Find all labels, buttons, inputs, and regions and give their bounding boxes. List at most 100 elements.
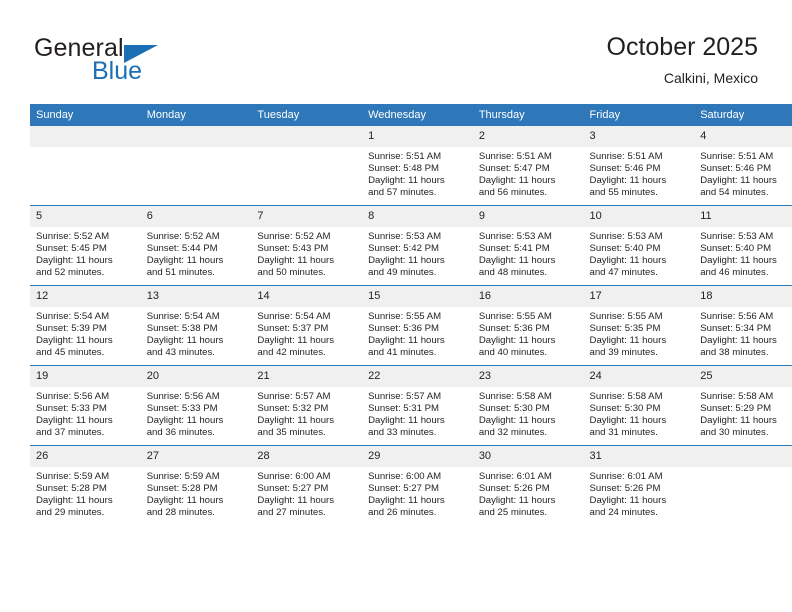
daylight-text-line2: and 28 minutes. xyxy=(146,507,215,519)
daylight-text-line2: and 42 minutes. xyxy=(257,347,326,359)
page-title: October 2025 xyxy=(606,33,759,61)
day-details: Sunrise: 5:57 AM Sunset: 5:32 PM Daylight:… xyxy=(251,387,362,439)
sunrise-text: Sunrise: 6:00 AM xyxy=(368,471,442,482)
day-number: 12 xyxy=(30,286,141,307)
daylight-text-line1: Daylight: 11 hours xyxy=(146,335,224,347)
day-cell-inner: 28 Sunrise: 6:00 AM Sunset: 5:27 PM Dayligh… xyxy=(251,446,363,525)
calendar-day-cell[interactable]: 6 Sunrise: 5:52 AM Sunset: 5:44 PM Daylight… xyxy=(140,205,252,286)
calendar-day-cell[interactable]: 25 Sunrise: 5:58 AM Sunset: 5:29 PM Dayligh… xyxy=(694,365,792,446)
day-details: Sunrise: 5:56 AM Sunset: 5:33 PM Daylight:… xyxy=(141,387,252,439)
calendar-day-cell[interactable]: 27 Sunrise: 5:59 AM Sunset: 5:28 PM Dayligh… xyxy=(140,445,252,525)
calendar-day-cell[interactable]: 5 Sunrise: 5:52 AM Sunset: 5:45 PM Daylight… xyxy=(30,205,141,286)
sunset-text: Sunset: 5:35 PM xyxy=(589,323,661,335)
calendar-day-cell[interactable]: 28 Sunrise: 6:00 AM Sunset: 5:27 PM Dayligh… xyxy=(251,445,363,525)
daylight-text-line1: Daylight: 11 hours xyxy=(257,415,335,427)
calendar-day-cell[interactable]: 12 Sunrise: 5:54 AM Sunset: 5:39 PM Dayligh… xyxy=(30,285,141,366)
calendar-day-cell[interactable]: 7 Sunrise: 5:52 AM Sunset: 5:43 PM Daylight… xyxy=(251,205,363,286)
weekday-header-wednesday: Wednesday xyxy=(362,104,473,126)
calendar-day-cell[interactable]: 17 Sunrise: 5:55 AM Sunset: 5:35 PM Dayligh… xyxy=(583,285,695,366)
day-cell-inner: 14 Sunrise: 5:54 AM Sunset: 5:37 PM Dayligh… xyxy=(251,286,363,365)
day-details: Sunrise: 6:01 AM Sunset: 5:26 PM Daylight:… xyxy=(584,467,695,519)
day-details: Sunrise: 5:53 AM Sunset: 5:41 PM Daylight:… xyxy=(473,227,584,279)
daylight-text-line2: and 36 minutes. xyxy=(146,427,215,439)
weekday-header-monday: Monday xyxy=(140,104,252,126)
calendar-day-cell[interactable]: 1 Sunrise: 5:51 AM Sunset: 5:48 PM Daylight… xyxy=(362,126,473,206)
day-details: Sunrise: 5:54 AM Sunset: 5:39 PM Daylight:… xyxy=(30,307,141,359)
day-number: 8 xyxy=(362,206,473,227)
calendar-day-cell[interactable]: 14 Sunrise: 5:54 AM Sunset: 5:37 PM Dayligh… xyxy=(251,285,363,366)
calendar-day-cell[interactable]: 21 Sunrise: 5:57 AM Sunset: 5:32 PM Dayligh… xyxy=(251,365,363,446)
day-cell-inner: 18 Sunrise: 5:56 AM Sunset: 5:34 PM Dayligh… xyxy=(694,286,792,365)
sunrise-text: Sunrise: 6:00 AM xyxy=(257,471,331,482)
sunrise-text: Sunrise: 5:53 AM xyxy=(368,231,442,242)
day-details: Sunrise: 5:51 AM Sunset: 5:48 PM Daylight:… xyxy=(362,147,473,199)
sunset-text: Sunset: 5:47 PM xyxy=(478,163,550,175)
general-blue-logo[interactable]: General Blue xyxy=(34,36,264,92)
calendar-day-cell[interactable]: 16 Sunrise: 5:55 AM Sunset: 5:36 PM Dayligh… xyxy=(472,285,584,366)
sunset-text: Sunset: 5:32 PM xyxy=(257,403,329,415)
sunset-text: Sunset: 5:42 PM xyxy=(368,243,440,255)
calendar-day-cell[interactable]: 29 Sunrise: 6:00 AM Sunset: 5:27 PM Dayligh… xyxy=(362,445,473,525)
calendar-day-cell[interactable]: 30 Sunrise: 6:01 AM Sunset: 5:26 PM Dayligh… xyxy=(472,445,584,525)
calendar-day-cell[interactable]: 15 Sunrise: 5:55 AM Sunset: 5:36 PM Dayligh… xyxy=(362,285,473,366)
day-cell-inner: 13 Sunrise: 5:54 AM Sunset: 5:38 PM Dayligh… xyxy=(140,286,252,365)
sunrise-text: Sunrise: 5:52 AM xyxy=(257,231,331,242)
day-number: 21 xyxy=(251,366,363,387)
day-number: 3 xyxy=(583,126,695,147)
day-details: Sunrise: 5:55 AM Sunset: 5:36 PM Daylight:… xyxy=(362,307,473,359)
daylight-text-line1: Daylight: 11 hours xyxy=(257,335,335,347)
sunrise-text: Sunrise: 5:56 AM xyxy=(36,391,110,402)
day-cell-inner: 27 Sunrise: 5:59 AM Sunset: 5:28 PM Dayligh… xyxy=(140,446,252,525)
calendar-day-cell[interactable]: 22 Sunrise: 5:57 AM Sunset: 5:31 PM Dayligh… xyxy=(362,365,473,446)
day-details: Sunrise: 5:56 AM Sunset: 5:33 PM Daylight:… xyxy=(30,387,141,439)
calendar-day-cell[interactable]: 11 Sunrise: 5:53 AM Sunset: 5:40 PM Dayligh… xyxy=(694,205,792,286)
sunrise-text: Sunrise: 5:52 AM xyxy=(36,231,110,242)
calendar-day-cell[interactable]: 20 Sunrise: 5:56 AM Sunset: 5:33 PM Dayligh… xyxy=(140,365,252,446)
calendar-day-cell[interactable]: 2 Sunrise: 5:51 AM Sunset: 5:47 PM Daylight… xyxy=(472,126,584,206)
calendar-day-cell[interactable]: 31 Sunrise: 6:01 AM Sunset: 5:26 PM Dayligh… xyxy=(583,445,695,525)
calendar-day-cell[interactable]: 10 Sunrise: 5:53 AM Sunset: 5:40 PM Dayligh… xyxy=(583,205,695,286)
day-number: 18 xyxy=(694,286,792,307)
day-number: 9 xyxy=(472,206,584,227)
calendar-day-cell[interactable]: 23 Sunrise: 5:58 AM Sunset: 5:30 PM Dayligh… xyxy=(472,365,584,446)
day-cell-inner: 11 Sunrise: 5:53 AM Sunset: 5:40 PM Dayligh… xyxy=(694,206,792,285)
sunset-text: Sunset: 5:36 PM xyxy=(368,323,440,335)
sunrise-text: Sunrise: 5:59 AM xyxy=(36,471,110,482)
day-number: 10 xyxy=(583,206,695,227)
daylight-text-line2: and 24 minutes. xyxy=(589,507,658,519)
day-cell-inner: 7 Sunrise: 5:52 AM Sunset: 5:43 PM Daylight… xyxy=(251,206,363,285)
day-details: Sunrise: 5:59 AM Sunset: 5:28 PM Daylight:… xyxy=(141,467,252,519)
day-cell-inner xyxy=(30,126,141,205)
sunset-text: Sunset: 5:46 PM xyxy=(589,163,661,175)
sunrise-text: Sunrise: 5:54 AM xyxy=(36,311,110,322)
day-details: Sunrise: 6:00 AM Sunset: 5:27 PM Daylight:… xyxy=(362,467,473,519)
calendar-day-cell[interactable]: 26 Sunrise: 5:59 AM Sunset: 5:28 PM Dayligh… xyxy=(30,445,141,525)
sunrise-text: Sunrise: 5:57 AM xyxy=(368,391,442,402)
day-number: 27 xyxy=(140,446,252,467)
day-details: Sunrise: 6:01 AM Sunset: 5:26 PM Daylight:… xyxy=(473,467,584,519)
calendar-day-cell[interactable]: 3 Sunrise: 5:51 AM Sunset: 5:46 PM Daylight… xyxy=(583,126,695,206)
sunrise-text: Sunrise: 5:52 AM xyxy=(146,231,220,242)
calendar-day-cell[interactable]: 13 Sunrise: 5:54 AM Sunset: 5:38 PM Dayligh… xyxy=(140,285,252,366)
day-cell-inner: 22 Sunrise: 5:57 AM Sunset: 5:31 PM Dayligh… xyxy=(362,366,473,445)
day-cell-inner: 24 Sunrise: 5:58 AM Sunset: 5:30 PM Dayligh… xyxy=(583,366,695,445)
calendar-day-cell[interactable]: 19 Sunrise: 5:56 AM Sunset: 5:33 PM Dayligh… xyxy=(30,365,141,446)
sunset-text: Sunset: 5:29 PM xyxy=(700,403,772,415)
day-number: 4 xyxy=(694,126,792,147)
sunset-text: Sunset: 5:41 PM xyxy=(478,243,550,255)
calendar-day-cell[interactable]: 4 Sunrise: 5:51 AM Sunset: 5:46 PM Daylight… xyxy=(694,126,792,206)
calendar-day-cell[interactable]: 24 Sunrise: 5:58 AM Sunset: 5:30 PM Dayligh… xyxy=(583,365,695,446)
daylight-text-line1: Daylight: 11 hours xyxy=(146,255,224,267)
daylight-text-line2: and 55 minutes. xyxy=(589,187,658,199)
daylight-text-line2: and 37 minutes. xyxy=(36,427,105,439)
sunrise-text: Sunrise: 5:53 AM xyxy=(700,231,774,242)
calendar-day-cell[interactable]: 9 Sunrise: 5:53 AM Sunset: 5:41 PM Daylight… xyxy=(472,205,584,286)
day-number: 25 xyxy=(694,366,792,387)
day-details: Sunrise: 5:52 AM Sunset: 5:44 PM Daylight:… xyxy=(141,227,252,279)
weekday-header-saturday: Saturday xyxy=(694,104,792,126)
day-cell-inner: 10 Sunrise: 5:53 AM Sunset: 5:40 PM Dayligh… xyxy=(583,206,695,285)
day-number xyxy=(140,126,252,147)
daylight-text-line2: and 52 minutes. xyxy=(36,267,105,279)
calendar-day-cell[interactable]: 8 Sunrise: 5:53 AM Sunset: 5:42 PM Daylight… xyxy=(362,205,473,286)
calendar-day-cell[interactable]: 18 Sunrise: 5:56 AM Sunset: 5:34 PM Dayligh… xyxy=(694,285,792,366)
